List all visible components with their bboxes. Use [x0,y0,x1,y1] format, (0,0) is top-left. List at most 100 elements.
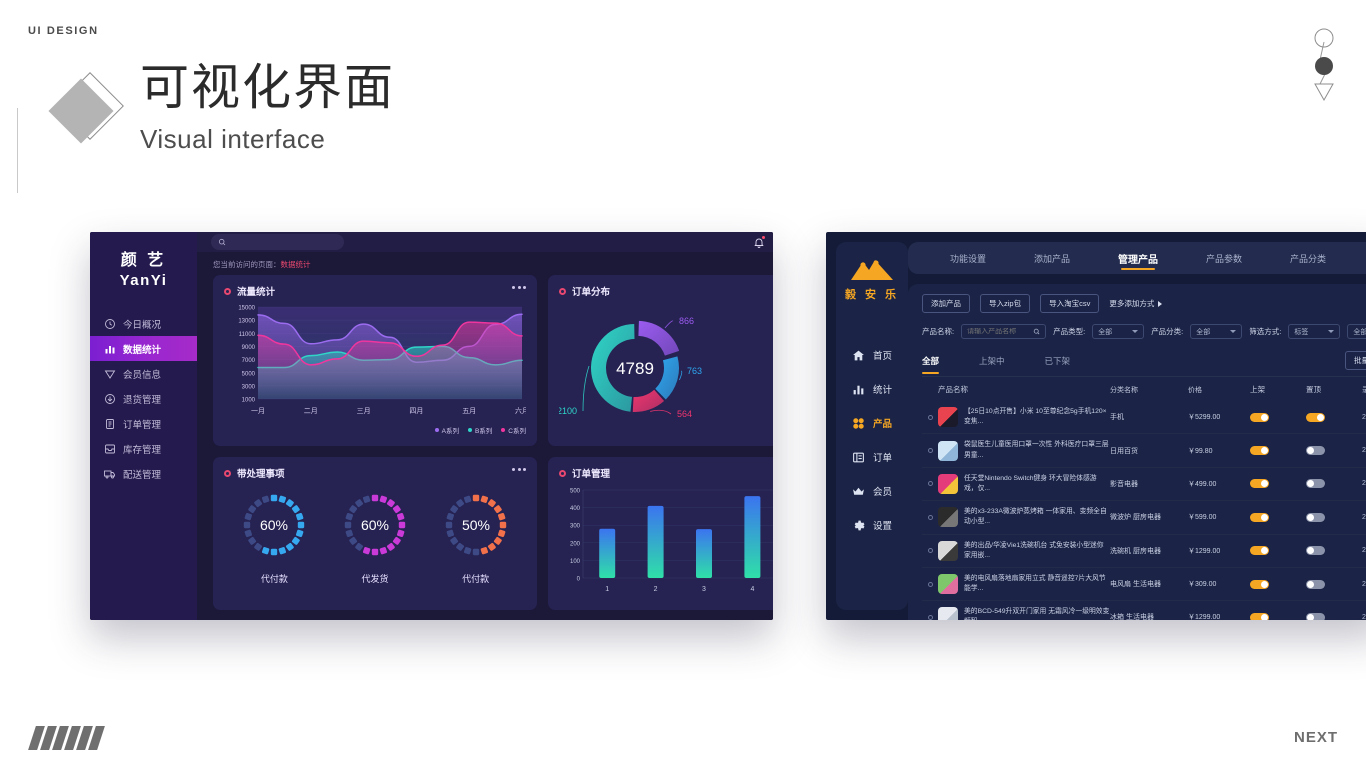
on-shelf-toggle[interactable] [1250,446,1269,456]
row-select-cell[interactable] [922,581,938,587]
filter-method-select[interactable]: 标签 [1288,324,1341,339]
sidebar-item-today-overview[interactable]: 今日概况 [90,311,197,336]
sidebar-item-inventory[interactable]: 库存管理 [90,436,197,461]
pinned-cell[interactable] [1306,546,1362,556]
column-header-price: 价格 [1188,386,1202,394]
search-box[interactable] [211,234,344,250]
svg-text:1: 1 [605,586,609,593]
price-cell: ￥309.00 [1188,581,1217,589]
product-category-select[interactable]: 全部 [1190,324,1243,339]
radio-icon[interactable] [927,414,933,420]
on-shelf-cell[interactable] [1250,512,1306,522]
row-select-cell[interactable] [922,414,938,420]
sidebar-item-data-stats[interactable]: 数据统计 [90,336,197,361]
status-tab-2[interactable]: 上架中 [979,355,1005,367]
on-shelf-cell[interactable] [1250,546,1306,556]
product-name-search-box[interactable] [961,324,1047,339]
row-select-cell[interactable] [922,514,938,520]
radio-icon[interactable] [927,548,933,554]
product-type-select[interactable]: 全部 [1092,324,1145,339]
bell-icon[interactable] [753,235,765,249]
on-shelf-toggle[interactable] [1250,512,1269,522]
pinned-toggle[interactable] [1306,446,1325,456]
sidebar-item-orders[interactable]: 订单 [852,450,908,464]
table-row[interactable]: 美的出品/华凌Vie1洗碗机台 式免安装小型迷你家用嵌... 洗碗机 厨房电器 … [922,535,1366,568]
table-row[interactable]: 袋鼠医生儿童医用口罩一次性 外科医疗口罩三层男童... 日用百货 ￥99.80 … [922,434,1366,468]
search-input[interactable] [231,237,337,247]
pinned-toggle[interactable] [1306,612,1325,620]
legend-label: B系列 [474,428,493,435]
on-shelf-toggle[interactable] [1250,479,1269,489]
row-select-cell[interactable] [922,548,938,554]
sidebar-item-delivery[interactable]: 配送管理 [90,461,197,486]
add-product-button[interactable]: 添加产品 [922,294,970,313]
pinned-cell[interactable] [1306,479,1362,489]
sidebar-item-settings[interactable]: 设置 [852,518,908,532]
pinned-cell[interactable] [1306,579,1362,589]
column-header-entry-time: 录入时间: [1362,386,1366,394]
on-shelf-toggle[interactable] [1250,546,1269,556]
pinned-cell[interactable] [1306,512,1362,522]
product-thumb-fridge [938,607,958,620]
radio-icon[interactable] [927,614,933,620]
pinned-toggle[interactable] [1306,412,1325,422]
pinned-cell[interactable] [1306,612,1362,620]
row-select-cell[interactable] [922,481,938,487]
table-row[interactable]: 美的电风扇落地扇家用立式 静音遥控7片大风节能学... 电风扇 生活电器 ￥30… [922,568,1366,602]
radio-icon[interactable] [927,581,933,587]
row-select-cell[interactable] [922,614,938,620]
sidebar-item-returns[interactable]: 退货管理 [90,386,197,411]
product-name-cell: 【25日10点开售】小米 10至尊纪念5g手机120×变焦... [938,407,1110,428]
card-title: 带处理事项 [224,466,526,480]
radio-icon[interactable] [927,514,933,520]
tab-3[interactable]: 管理产品 [1094,242,1182,274]
on-shelf-cell[interactable] [1250,446,1306,456]
on-shelf-cell[interactable] [1250,412,1306,422]
filter-extra-select[interactable]: 全部 [1347,324,1366,339]
product-name-input[interactable] [967,328,1030,335]
table-row[interactable]: 任天堂Nintendo Switch健身 环大冒险体感游戏，仅... 影音电器 … [922,468,1366,502]
table-header-row: 产品名称 分类名称 价格 上架 置顶 录入时间: [922,377,1366,401]
tab-2[interactable]: 添加产品 [1010,242,1094,274]
next-label[interactable]: NEXT [1294,729,1338,746]
status-tab-3[interactable]: 已下架 [1045,355,1071,367]
row-select-cell[interactable] [922,448,938,454]
on-shelf-cell[interactable] [1250,579,1306,589]
radio-icon[interactable] [927,448,933,454]
pinned-toggle[interactable] [1306,546,1325,556]
pinned-toggle[interactable] [1306,479,1325,489]
product-name-cell: 美的出品/华凌Vie1洗碗机台 式免安装小型迷你家用嵌... [938,540,1110,561]
on-shelf-cell[interactable] [1250,612,1306,620]
pinned-toggle[interactable] [1306,512,1325,522]
on-shelf-toggle[interactable] [1250,412,1269,422]
on-shelf-cell[interactable] [1250,479,1306,489]
tab-4[interactable]: 产品参数 [1182,242,1266,274]
sidebar-item-label: 设置 [873,521,893,532]
column-header-on-shelf: 上架 [1250,385,1265,394]
on-shelf-toggle[interactable] [1250,612,1269,620]
sidebar-item-order-mgmt[interactable]: 订单管理 [90,411,197,436]
table-row[interactable]: 美的BCD-549升双开门家用 无霜风冷一级明效变频智 ... 冰箱 生活电器 … [922,601,1366,620]
sidebar-item-member-info[interactable]: 会员信息 [90,361,197,386]
more-options-icon[interactable] [512,468,526,471]
sidebar-item-products[interactable]: 产品 [852,416,908,430]
radio-icon[interactable] [927,481,933,487]
pinned-cell[interactable] [1306,412,1362,422]
table-row[interactable]: 【25日10点开售】小米 10至尊纪念5g手机120×变焦... 手机 ￥529… [922,401,1366,435]
tab-6[interactable]: 产品标签 [1350,242,1366,274]
tab-1[interactable]: 功能设置 [926,242,1010,274]
on-shelf-toggle[interactable] [1250,579,1269,589]
more-import-methods-link[interactable]: 更多添加方式 [1109,298,1163,309]
sidebar-item-members[interactable]: 会员 [852,484,908,498]
import-zip-button[interactable]: 导入zip包 [980,294,1031,313]
tab-5[interactable]: 产品分类 [1266,242,1350,274]
table-row[interactable]: 美的x3-233A微波炉蒸烤箱 一体家用、变频全自动小型... 微波炉 厨房电器… [922,501,1366,535]
more-options-icon[interactable] [512,286,526,289]
import-taobao-csv-button[interactable]: 导入淘宝csv [1040,294,1100,313]
pinned-toggle[interactable] [1306,579,1325,589]
status-tab-1[interactable]: 全部 [922,355,940,374]
pinned-cell[interactable] [1306,446,1362,456]
batch-button[interactable]: 批量 [1345,351,1366,370]
sidebar-item-home[interactable]: 首页 [852,348,908,362]
sidebar-item-stats[interactable]: 统计 [852,382,908,396]
